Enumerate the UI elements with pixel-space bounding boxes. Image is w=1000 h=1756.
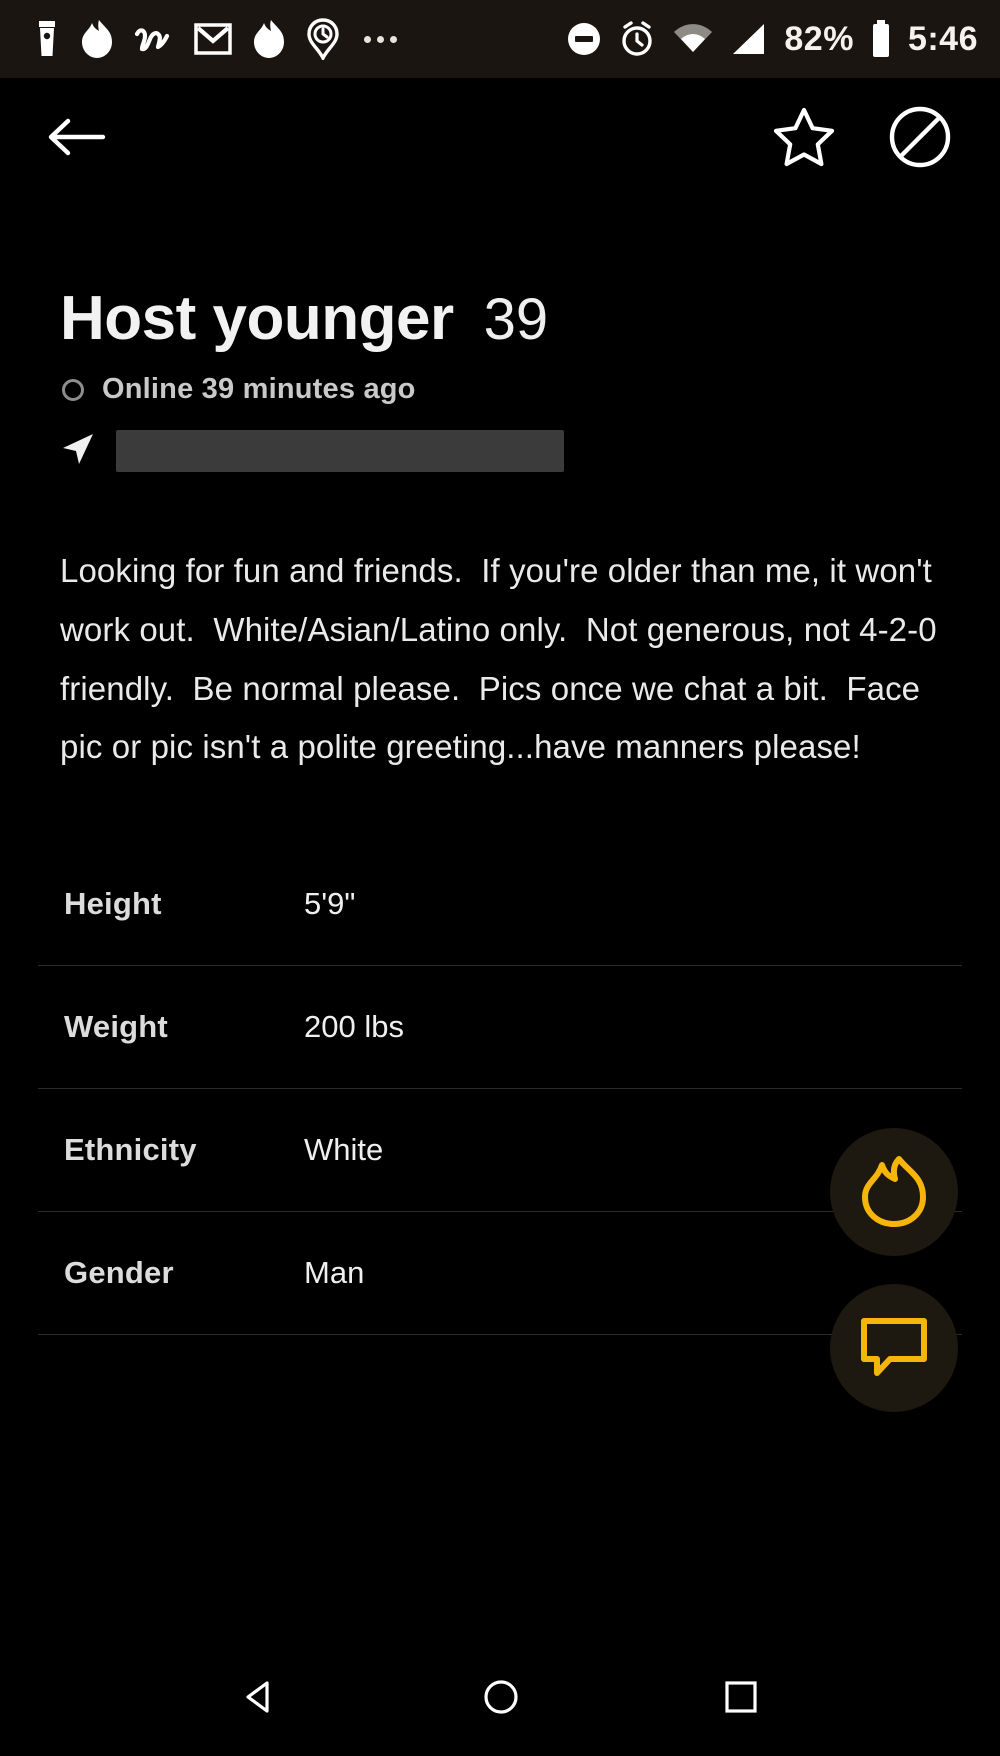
attribute-label: Height	[64, 886, 304, 922]
android-navigation-bar	[0, 1638, 1000, 1756]
chat-button[interactable]	[830, 1284, 958, 1412]
android-back-button[interactable]	[240, 1677, 280, 1717]
script-w-icon	[134, 22, 174, 56]
android-recents-button[interactable]	[722, 1678, 760, 1716]
flame-app-icon	[80, 19, 114, 59]
tap-flame-button[interactable]	[830, 1128, 958, 1256]
floating-action-buttons	[830, 1128, 958, 1412]
location-arrow-icon	[60, 431, 96, 472]
profile-content: Host younger 39 Online 39 minutes ago Lo…	[0, 196, 1000, 1638]
app-screen: 82% 5:46 Host younger 39 O	[0, 0, 1000, 1756]
table-row: Weight 200 lbs	[38, 966, 962, 1089]
wifi-icon	[672, 22, 714, 56]
alarm-icon	[618, 20, 656, 58]
online-status-indicator-icon	[62, 379, 84, 401]
battery-icon	[870, 19, 892, 59]
location-redaction-bar	[116, 430, 564, 472]
location-row	[34, 406, 966, 472]
attribute-label: Weight	[64, 1009, 304, 1045]
flame-app-icon-2	[252, 19, 286, 59]
status-bar-clock: 5:46	[908, 22, 978, 56]
attribute-value: 200 lbs	[304, 1009, 404, 1045]
attribute-value: 5'9"	[304, 886, 355, 922]
table-row: Gender Man	[38, 1212, 962, 1335]
attribute-label: Ethnicity	[64, 1132, 304, 1168]
appbar-actions	[772, 105, 952, 169]
do-not-disturb-icon	[566, 21, 602, 57]
online-status-row: Online 39 minutes ago	[34, 351, 966, 406]
status-bar-system: 82% 5:46	[566, 19, 978, 59]
back-button[interactable]	[46, 113, 108, 161]
favorite-star-button[interactable]	[772, 106, 836, 168]
more-notifications-icon	[360, 36, 401, 43]
clock-pin-icon	[306, 18, 340, 60]
profile-age: 39	[484, 290, 549, 351]
profile-display-name: Host younger	[60, 286, 454, 351]
chat-bubble-icon	[859, 1315, 929, 1382]
block-button[interactable]	[888, 105, 952, 169]
online-status-label: Online 39 minutes ago	[102, 373, 416, 406]
table-row: Height 5'9"	[38, 843, 962, 966]
cellular-signal-icon	[730, 22, 768, 56]
attribute-label: Gender	[64, 1255, 304, 1291]
attribute-value: White	[304, 1132, 383, 1168]
vape-icon	[34, 19, 60, 59]
status-bar: 82% 5:46	[0, 0, 1000, 78]
profile-attributes-table: Height 5'9" Weight 200 lbs Ethnicity Whi…	[38, 777, 962, 1335]
table-row: Ethnicity White	[38, 1089, 962, 1212]
profile-header: Host younger 39	[34, 196, 966, 351]
gmail-icon	[194, 22, 232, 56]
flame-icon	[861, 1155, 927, 1230]
top-app-bar	[0, 78, 1000, 196]
profile-bio: Looking for fun and friends. If you're o…	[34, 472, 966, 777]
android-home-button[interactable]	[481, 1677, 521, 1717]
attribute-value: Man	[304, 1255, 364, 1291]
battery-percent-label: 82%	[784, 22, 854, 56]
status-bar-notifications	[34, 18, 566, 60]
